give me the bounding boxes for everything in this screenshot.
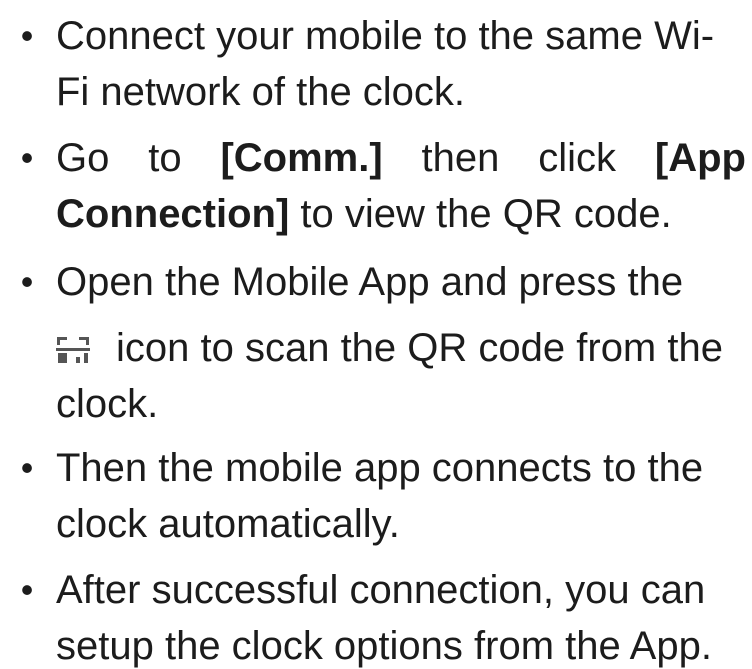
- list-item-connect-wifi: • Connect your mobile to the same Wi- Fi…: [0, 8, 752, 120]
- instruction-list: • Connect your mobile to the same Wi- Fi…: [0, 0, 752, 669]
- bullet: •: [20, 447, 34, 488]
- item-text: icon to scan the QR code from the: [116, 326, 723, 370]
- item-text: to view the QR code.: [289, 192, 672, 236]
- bullet: •: [20, 261, 34, 302]
- list-item-setup-options: • After successful connection, you can s…: [0, 562, 752, 668]
- bullet: •: [20, 137, 34, 178]
- list-item-open-app: • Open the Mobile App and press the icon…: [0, 254, 752, 432]
- word: then: [421, 136, 500, 180]
- word: Go: [56, 136, 110, 180]
- list-item-go-to-comm: • Go to [Comm.] then click [App Connecti…: [0, 130, 752, 242]
- list-item-auto-connect: • Then the mobile app connects to the cl…: [0, 440, 752, 552]
- bullet: •: [20, 569, 34, 610]
- app-connection-label-end: Connection]: [56, 192, 290, 236]
- app-connection-label-start: [App: [654, 136, 746, 180]
- item-text-line: Connect your mobile to the same Wi-: [56, 14, 715, 58]
- word: to: [148, 136, 182, 180]
- item-text-line: Connection] to view the QR code.: [56, 186, 746, 242]
- item-text-line: Go to [Comm.] then click [App: [56, 130, 746, 186]
- comm-menu-label: [Comm.]: [220, 136, 383, 180]
- qr-scan-icon: [56, 337, 90, 363]
- item-text-line: Fi network of the clock.: [56, 70, 466, 114]
- item-text-line: Open the Mobile App and press the: [56, 260, 684, 304]
- item-text-line: icon to scan the QR code from the: [56, 320, 746, 376]
- item-text-line: clock automatically.: [56, 502, 400, 546]
- item-text-line: clock.: [56, 382, 159, 426]
- word: click: [538, 136, 617, 180]
- bullet: •: [20, 15, 34, 56]
- item-text-line: After successful connection, you can: [56, 568, 706, 612]
- item-text-line: Then the mobile app connects to the: [56, 446, 704, 490]
- item-text-line: setup the clock options from the App.: [56, 624, 712, 668]
